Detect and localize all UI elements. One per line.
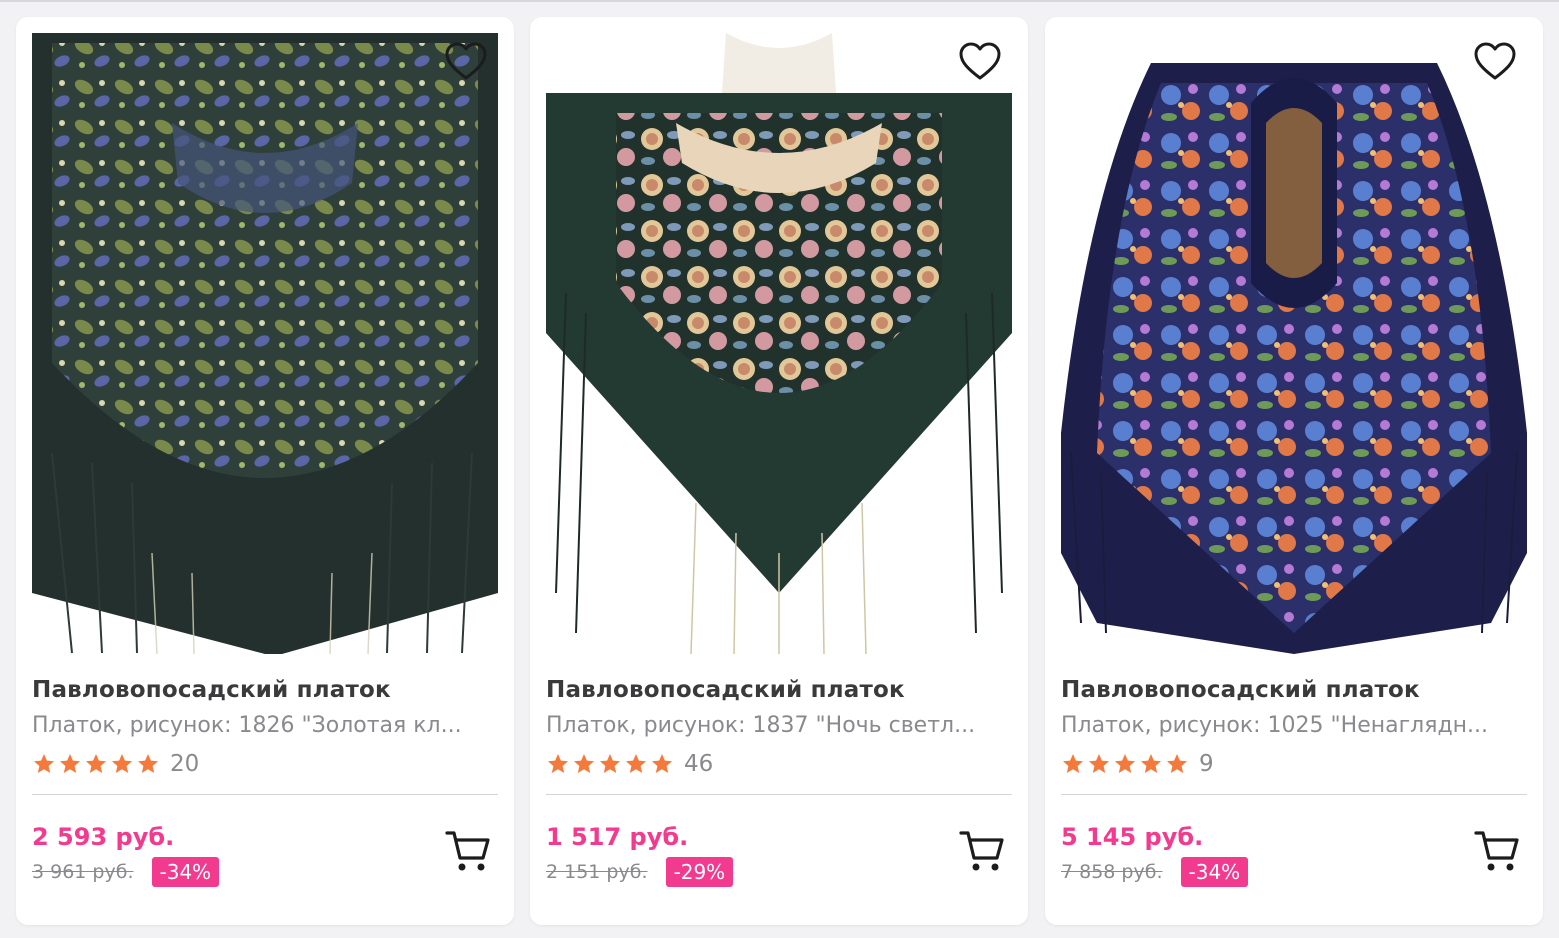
- cart-icon: [959, 831, 1004, 871]
- star-icon: [1063, 754, 1083, 773]
- star-icon: [1089, 754, 1109, 773]
- cart-icon: [445, 831, 490, 871]
- review-count: 46: [684, 751, 714, 777]
- product-image[interactable]: [32, 33, 498, 654]
- star-icon: [112, 754, 132, 773]
- product-card[interactable]: Павловопосадский платок Платок, рисунок:…: [16, 17, 514, 925]
- old-price: 3 961 руб.: [32, 861, 134, 883]
- product-grid: Павловопосадский платок Платок, рисунок:…: [16, 17, 1543, 925]
- old-price-row: 7 858 руб. -34%: [1061, 857, 1249, 887]
- star-icon: [138, 754, 158, 773]
- discount-badge: -29%: [665, 857, 734, 887]
- top-divider: [0, 0, 1559, 2]
- star-icon: [86, 754, 106, 773]
- product-subtitle[interactable]: Платок, рисунок: 1025 "Ненаглядн...: [1061, 713, 1527, 738]
- product-title[interactable]: Павловопосадский платок: [1061, 677, 1527, 703]
- discount-badge: -34%: [151, 857, 220, 887]
- favorite-button[interactable]: [1471, 39, 1519, 83]
- heart-icon: [959, 42, 1001, 80]
- star-icon: [626, 754, 646, 773]
- star-icon: [652, 754, 672, 773]
- favorite-button[interactable]: [956, 39, 1004, 83]
- cart-icon: [1474, 831, 1519, 871]
- card-divider: [546, 794, 1012, 795]
- product-image[interactable]: [1061, 33, 1527, 654]
- product-subtitle[interactable]: Платок, рисунок: 1826 "Золотая кл...: [32, 713, 498, 738]
- product-card[interactable]: Павловопосадский платок Платок, рисунок:…: [1045, 17, 1543, 925]
- add-to-cart-button[interactable]: [958, 827, 1006, 875]
- rating: 20: [32, 749, 199, 779]
- review-count: 9: [1199, 751, 1214, 777]
- current-price: 1 517 руб.: [546, 823, 689, 851]
- add-to-cart-button[interactable]: [444, 827, 492, 875]
- old-price-row: 3 961 руб. -34%: [32, 857, 220, 887]
- product-card[interactable]: Павловопосадский платок Платок, рисунок:…: [530, 17, 1028, 925]
- card-divider: [32, 794, 498, 795]
- star-icon: [60, 754, 80, 773]
- star-icon: [548, 754, 568, 773]
- favorite-button[interactable]: [442, 39, 490, 83]
- star-icon: [1167, 754, 1187, 773]
- rating-stars: [32, 752, 160, 776]
- heart-icon: [1474, 42, 1516, 80]
- star-icon: [574, 754, 594, 773]
- product-image[interactable]: [546, 33, 1012, 654]
- card-divider: [1061, 794, 1527, 795]
- shawl-photo-1: [32, 33, 498, 654]
- review-count: 20: [170, 751, 200, 777]
- star-icon: [1115, 754, 1135, 773]
- rating-stars: [1061, 752, 1189, 776]
- rating: 46: [546, 749, 713, 779]
- product-subtitle[interactable]: Платок, рисунок: 1837 "Ночь светл...: [546, 713, 1012, 738]
- old-price: 7 858 руб.: [1061, 861, 1163, 883]
- rating-stars: [546, 752, 674, 776]
- rating: 9: [1061, 749, 1214, 779]
- star-icon: [34, 754, 54, 773]
- add-to-cart-button[interactable]: [1473, 827, 1521, 875]
- star-icon: [600, 754, 620, 773]
- product-title[interactable]: Павловопосадский платок: [546, 677, 1012, 703]
- current-price: 5 145 руб.: [1061, 823, 1204, 851]
- current-price: 2 593 руб.: [32, 823, 175, 851]
- old-price-row: 2 151 руб. -29%: [546, 857, 734, 887]
- shawl-photo-2: [546, 33, 1012, 654]
- shawl-photo-3: [1061, 33, 1527, 654]
- discount-badge: -34%: [1180, 857, 1249, 887]
- product-title[interactable]: Павловопосадский платок: [32, 677, 498, 703]
- star-icon: [1141, 754, 1161, 773]
- heart-icon: [445, 42, 487, 80]
- old-price: 2 151 руб.: [546, 861, 648, 883]
